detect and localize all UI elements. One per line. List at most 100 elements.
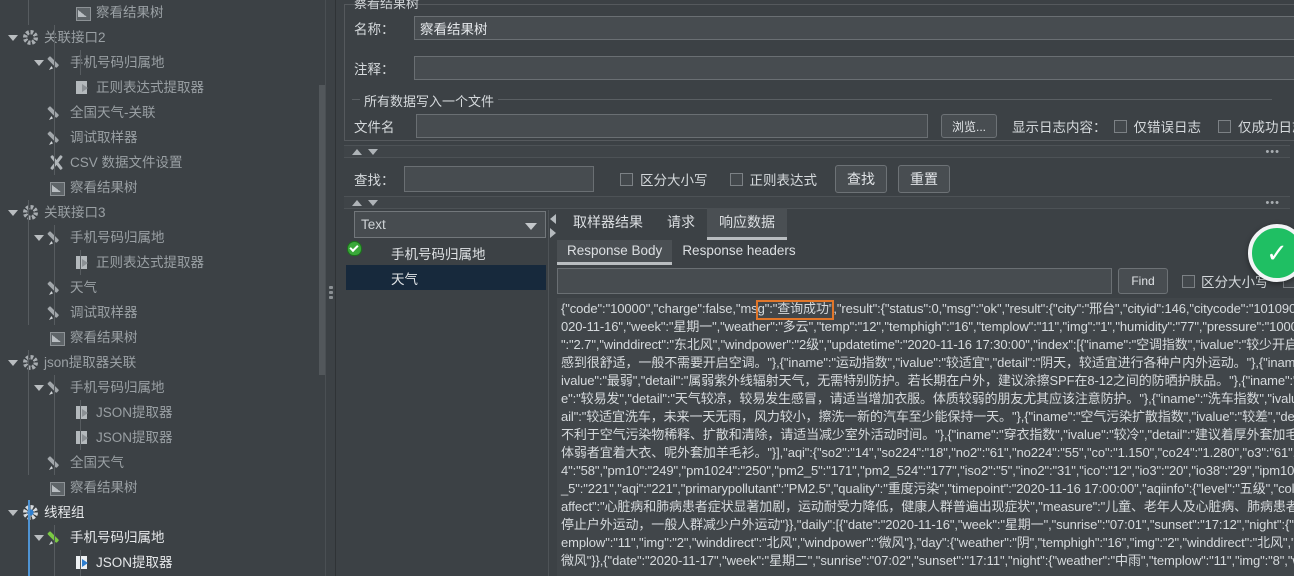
viewer-collapse-strip[interactable]: •••: [344, 196, 1290, 209]
tree-item[interactable]: 手机号码归属地: [0, 50, 336, 75]
success-only-checkbox[interactable]: [1218, 119, 1231, 133]
tree-item[interactable]: 全国天气-关联: [0, 100, 336, 125]
tree-item[interactable]: 察看结果树: [0, 325, 336, 350]
jmeter-window: 察看结果树 关联接口2 手机号码归属地 正则表达式提取器 全国天气-关联 调试取样器 CSV…: [0, 0, 1294, 576]
result-tabbar[interactable]: 取样器结果 请求 响应数据: [561, 208, 787, 240]
check-icon: ✓: [1266, 238, 1288, 268]
tree-twisty-placeholder: [59, 81, 72, 94]
search-input[interactable]: [404, 166, 594, 192]
tree-twisty-placeholder: [33, 181, 46, 194]
tree-item[interactable]: 察看结果树: [0, 0, 336, 25]
name-row: 名称：: [354, 16, 1294, 40]
search-regex-checkbox[interactable]: [729, 172, 743, 186]
result-tab[interactable]: 取样器结果: [561, 208, 655, 240]
pencil-icon: [48, 129, 65, 146]
strip-ellipsis-icon[interactable]: •••: [1265, 147, 1280, 158]
splitter-left-arrow-icon[interactable]: [550, 214, 556, 224]
search-case-sensitive-checkbox[interactable]: [620, 172, 633, 186]
tree-item[interactable]: 手机号码归属地: [0, 225, 336, 250]
sidebar-splitter[interactable]: [325, 0, 336, 576]
tree-twisty-placeholder: [33, 131, 46, 144]
tree-item[interactable]: 察看结果树: [0, 175, 336, 200]
errors-only-label: 仅错误日志: [1133, 120, 1202, 135]
response-subtabbar[interactable]: Response Body Response headers: [557, 240, 806, 265]
splitter-right-arrow-icon[interactable]: [550, 228, 556, 238]
response-subtab[interactable]: Response Body: [557, 240, 673, 265]
response-subtab[interactable]: Response headers: [672, 240, 805, 265]
tree-item-label: 察看结果树: [70, 329, 138, 345]
tree-expand-icon[interactable]: [7, 506, 20, 519]
tree-item[interactable]: 全国天气: [0, 450, 336, 475]
tree-indent-guide: [80, 250, 81, 275]
pencil-icon: [48, 104, 65, 121]
tree-item[interactable]: 关联接口2: [0, 25, 336, 50]
result-tab[interactable]: 请求: [655, 208, 707, 240]
response-body-viewer[interactable]: {"code":"10000","charge":false,"msg":"查询…: [557, 298, 1294, 576]
collapse-up-icon[interactable]: [352, 149, 362, 155]
viewer-collapse-up-icon[interactable]: [352, 200, 362, 206]
collapse-down-icon[interactable]: [368, 149, 378, 155]
tree-item[interactable]: 调试取样器: [0, 300, 336, 325]
tree-twisty-placeholder: [59, 556, 72, 569]
tree-indent-guide: [28, 200, 29, 325]
filename-input[interactable]: [416, 114, 928, 138]
tree-expand-icon[interactable]: [7, 31, 20, 44]
tree-item[interactable]: 正则表达式提取器: [0, 250, 336, 275]
test-plan-tree-sidebar[interactable]: 察看结果树 关联接口2 手机号码归属地 正则表达式提取器 全国天气-关联 调试取样器 CSV…: [0, 0, 336, 576]
search-collapse-strip[interactable]: •••: [344, 145, 1290, 158]
tree-item[interactable]: 天气: [0, 275, 336, 300]
tree-twisty-placeholder: [33, 106, 46, 119]
tree-expand-icon[interactable]: [7, 356, 20, 369]
test-plan-tree[interactable]: 察看结果树 关联接口2 手机号码归属地 正则表达式提取器 全国天气-关联 调试取样器 CSV…: [0, 0, 336, 576]
sampler-result-list[interactable]: 手机号码归属地 天气: [346, 240, 546, 290]
sampler-list-item-label: 手机号码归属地: [391, 246, 486, 262]
comment-input[interactable]: [414, 56, 1294, 80]
chart-icon: [48, 479, 65, 496]
viewer-strip-ellipsis-icon[interactable]: •••: [1265, 198, 1280, 209]
tree-expand-icon[interactable]: [33, 56, 46, 69]
browse-button[interactable]: 浏览...: [941, 114, 997, 138]
renderer-combobox[interactable]: Text: [354, 211, 546, 238]
tree-item[interactable]: CSV 数据文件设置: [0, 150, 336, 175]
errors-only-checkbox[interactable]: [1113, 119, 1127, 133]
tree-expand-icon[interactable]: [33, 231, 46, 244]
result-tab[interactable]: 响应数据: [707, 208, 787, 240]
response-find-case-checkbox[interactable]: [1182, 274, 1195, 288]
tree-expand-icon[interactable]: [33, 531, 46, 544]
tree-expand-icon[interactable]: [33, 381, 46, 394]
search-find-button[interactable]: 查找: [835, 165, 887, 193]
wrench-icon: [48, 154, 65, 171]
pencil-green-icon: [48, 529, 65, 546]
response-find-input[interactable]: [557, 268, 1112, 294]
sampler-list-item[interactable]: 手机号码归属地: [346, 240, 546, 265]
tree-item[interactable]: JSON提取器: [0, 425, 336, 450]
pencil-icon: [48, 304, 65, 321]
tree-item[interactable]: json提取器关联: [0, 350, 336, 375]
response-find-row: Find 区分大小写: [557, 268, 1294, 294]
tree-item[interactable]: 正则表达式提取器: [0, 75, 336, 100]
sampler-list-item-label: 天气: [391, 271, 418, 287]
tree-indent-guide: [80, 50, 81, 75]
tree-item[interactable]: JSON提取器: [0, 550, 336, 575]
tree-item[interactable]: 手机号码归属地: [0, 525, 336, 550]
name-input[interactable]: [414, 16, 1294, 40]
chart-icon: [48, 179, 65, 196]
pencil-icon: [48, 454, 65, 471]
comment-row: 注释：: [354, 56, 1294, 80]
search-reset-button[interactable]: 重置: [898, 165, 950, 193]
tree-indent-guide: [80, 400, 81, 450]
tree-twisty-placeholder: [33, 456, 46, 469]
response-find-button[interactable]: Find: [1118, 268, 1168, 294]
tree-item[interactable]: 关联接口3: [0, 200, 336, 225]
tree-expand-icon[interactable]: [7, 206, 20, 219]
tree-item[interactable]: 察看结果树: [0, 475, 336, 500]
pencil-icon: [48, 229, 65, 246]
viewer-collapse-down-icon[interactable]: [368, 200, 378, 206]
tree-item[interactable]: 调试取样器: [0, 125, 336, 150]
sampler-list-item[interactable]: 天气: [346, 265, 546, 290]
tree-item[interactable]: 线程组: [0, 500, 336, 525]
tree-item[interactable]: 手机号码归属地: [0, 375, 336, 400]
chart-icon: [74, 4, 91, 21]
tree-item[interactable]: JSON提取器: [0, 400, 336, 425]
tree-twisty-placeholder: [59, 406, 72, 419]
